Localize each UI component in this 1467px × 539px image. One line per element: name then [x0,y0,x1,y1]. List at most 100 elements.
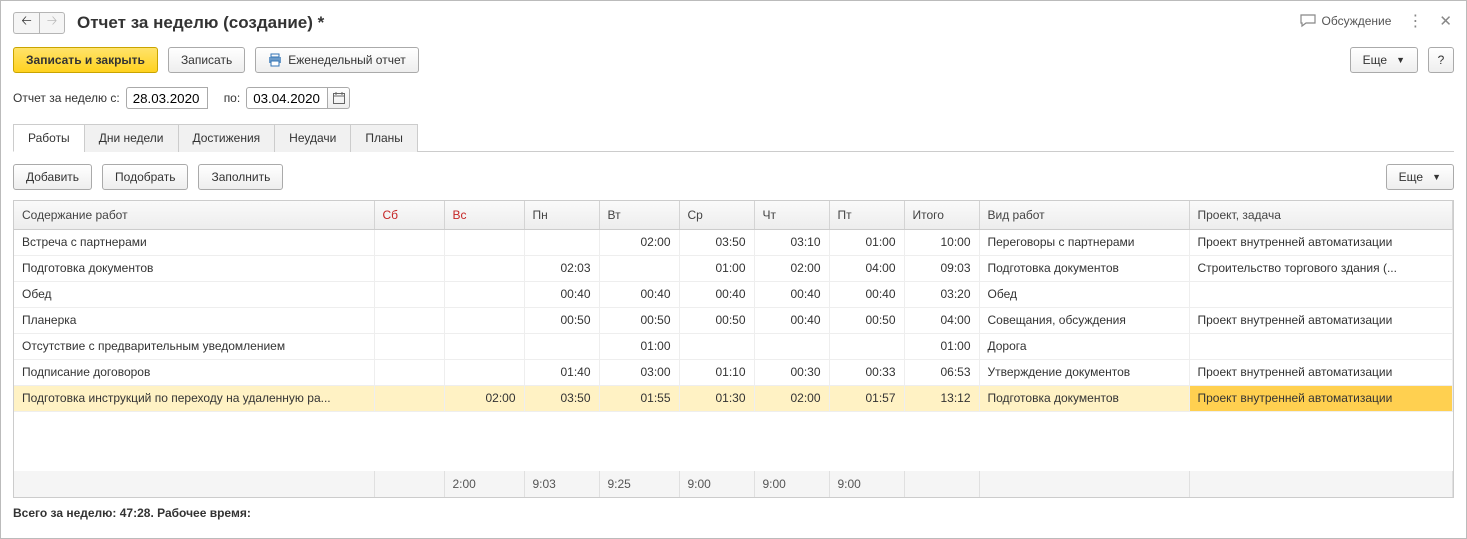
cell[interactable]: Строительство торгового здания (... [1189,255,1453,281]
cell[interactable]: 01:00 [904,333,979,359]
cell[interactable] [374,229,444,255]
table-row[interactable]: Подписание договоров 01:4003:0001:1000:30… [14,359,1453,385]
cell[interactable]: 10:00 [904,229,979,255]
col-header[interactable]: Ср [679,201,754,229]
cell[interactable]: Подготовка документов [979,385,1189,411]
nav-forward-button[interactable]: 🡢 [39,12,65,34]
table-row[interactable]: Обед00:4000:4000:4000:4000:4003:20Обед [14,281,1453,307]
cell[interactable]: 00:33 [829,359,904,385]
cell[interactable] [444,359,524,385]
cell[interactable]: 00:50 [524,307,599,333]
cell[interactable]: Подготовка документов [979,255,1189,281]
more-button[interactable]: Еще▼ [1350,47,1418,73]
col-header[interactable]: Вид работ [979,201,1189,229]
cell[interactable]: 00:40 [524,281,599,307]
discuss-button[interactable]: Обсуждение [1300,14,1392,28]
col-header[interactable]: Итого [904,201,979,229]
cell[interactable]: 03:00 [599,359,679,385]
cell[interactable]: 09:03 [904,255,979,281]
cell[interactable] [444,333,524,359]
cell[interactable]: Подготовка инструкций по переходу на уда… [14,385,374,411]
add-button[interactable]: Добавить [13,164,92,190]
cell[interactable]: 00:40 [754,307,829,333]
col-header[interactable]: Содержание работ [14,201,374,229]
cell[interactable]: 02:00 [599,229,679,255]
cell[interactable]: 00:40 [679,281,754,307]
col-header[interactable]: Чт [754,201,829,229]
table-row[interactable]: Планерка00:5000:5000:5000:4000:5004:00Со… [14,307,1453,333]
cell[interactable]: 00:50 [599,307,679,333]
cell[interactable] [829,333,904,359]
col-header[interactable]: Сб [374,201,444,229]
table-row[interactable]: Подготовка инструкций по переходу на уда… [14,385,1453,411]
cell[interactable]: Проект внутренней автоматизации [1189,385,1453,411]
cell[interactable] [374,255,444,281]
cell[interactable] [679,333,754,359]
cell[interactable] [599,255,679,281]
cell[interactable]: Подготовка документов [14,255,374,281]
cell[interactable] [374,307,444,333]
cell[interactable] [374,333,444,359]
date-picker-button[interactable] [328,87,350,109]
cell[interactable]: 01:57 [829,385,904,411]
cell[interactable]: 02:00 [754,255,829,281]
cell[interactable]: Совещания, обсуждения [979,307,1189,333]
cell[interactable]: Обед [14,281,374,307]
cell[interactable]: 01:00 [679,255,754,281]
cell[interactable]: Отсутствие с предварительным уведомление… [14,333,374,359]
cell[interactable]: Проект внутренней автоматизации [1189,229,1453,255]
cell[interactable]: 04:00 [904,307,979,333]
fill-button[interactable]: Заполнить [198,164,283,190]
col-header[interactable]: Вт [599,201,679,229]
date-from-input[interactable] [126,87,208,109]
cell[interactable]: 03:10 [754,229,829,255]
save-close-button[interactable]: Записать и закрыть [13,47,158,73]
cell[interactable] [524,229,599,255]
cell[interactable]: 03:50 [524,385,599,411]
table-row[interactable]: Встреча с партнерами02:0003:5003:1001:00… [14,229,1453,255]
cell[interactable] [524,333,599,359]
cell[interactable]: 04:00 [829,255,904,281]
cell[interactable] [444,307,524,333]
cell[interactable] [444,229,524,255]
cell[interactable]: Планерка [14,307,374,333]
cell[interactable]: Встреча с партнерами [14,229,374,255]
cell[interactable]: 13:12 [904,385,979,411]
cell[interactable]: 03:20 [904,281,979,307]
cell[interactable]: 00:50 [679,307,754,333]
cell[interactable]: 00:30 [754,359,829,385]
help-button[interactable]: ? [1428,47,1454,73]
cell[interactable] [1189,281,1453,307]
col-header[interactable]: Вс [444,201,524,229]
cell[interactable] [374,359,444,385]
cell[interactable]: 06:53 [904,359,979,385]
table-more-button[interactable]: Еще▼ [1386,164,1454,190]
close-button[interactable]: ✕ [1439,12,1452,30]
cell[interactable]: 00:40 [599,281,679,307]
cell[interactable] [374,385,444,411]
tab-0[interactable]: Работы [13,124,85,152]
cell[interactable]: Переговоры с партнерами [979,229,1189,255]
tab-4[interactable]: Планы [350,124,418,152]
save-button[interactable]: Записать [168,47,245,73]
cell[interactable]: 01:55 [599,385,679,411]
date-to-input[interactable] [246,87,328,109]
cell[interactable]: Обед [979,281,1189,307]
cell[interactable]: 01:00 [599,333,679,359]
cell[interactable] [444,281,524,307]
nav-back-button[interactable]: 🡠 [13,12,39,34]
cell[interactable]: Проект внутренней автоматизации [1189,307,1453,333]
tab-3[interactable]: Неудачи [274,124,351,152]
pick-button[interactable]: Подобрать [102,164,188,190]
cell[interactable] [754,333,829,359]
cell[interactable]: Утверждение документов [979,359,1189,385]
cell[interactable]: Проект внутренней автоматизации [1189,359,1453,385]
cell[interactable]: 02:00 [444,385,524,411]
cell[interactable]: 02:03 [524,255,599,281]
cell[interactable]: 01:10 [679,359,754,385]
cell[interactable]: 00:40 [754,281,829,307]
cell[interactable] [1189,333,1453,359]
cell[interactable]: 02:00 [754,385,829,411]
cell[interactable]: Подписание договоров [14,359,374,385]
cell[interactable]: 01:40 [524,359,599,385]
